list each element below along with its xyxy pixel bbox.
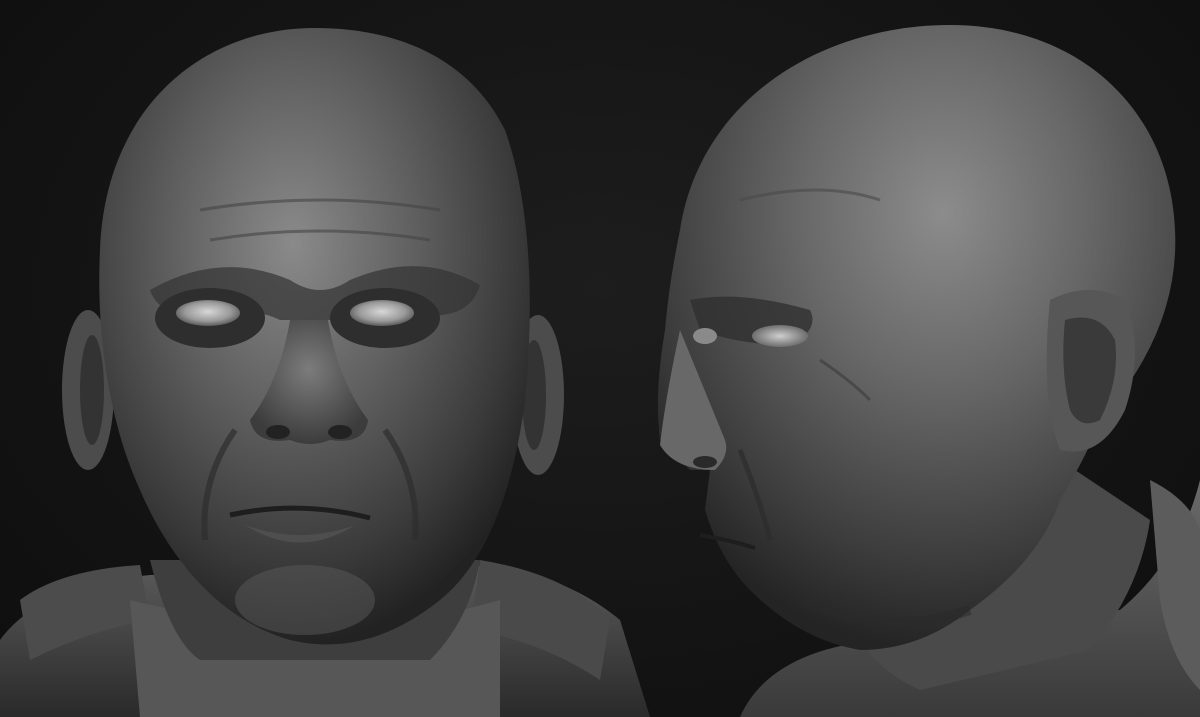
front-right-eye [350, 300, 414, 326]
front-left-eye [176, 300, 240, 326]
side-head-sculpt [657, 25, 1200, 717]
front-view-render [0, 0, 650, 717]
side-eye [752, 325, 808, 347]
sculpt-render-canvas [0, 0, 1200, 717]
front-head-sculpt [0, 28, 650, 717]
side-view-render [620, 0, 1200, 717]
